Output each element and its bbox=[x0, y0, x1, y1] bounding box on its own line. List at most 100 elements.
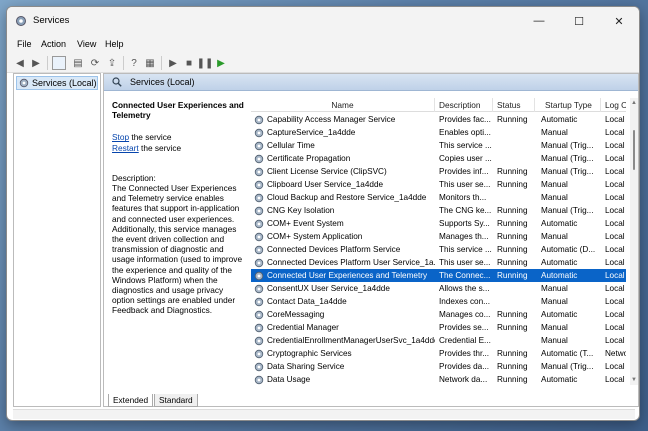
pause-service-icon[interactable]: ❚❚ bbox=[197, 56, 214, 70]
service-log-on-as: Local bbox=[605, 271, 625, 280]
service-startup-type: Automatic bbox=[541, 219, 578, 228]
table-row[interactable]: Cloud Backup and Restore Service_1a4dde M… bbox=[251, 191, 626, 204]
vertical-scrollbar[interactable]: ▲ ▼ bbox=[630, 98, 638, 385]
service-startup-type: Manual bbox=[541, 323, 568, 332]
table-row[interactable]: Certificate Propagation Copies user ... Ma… bbox=[251, 152, 626, 165]
column-header-description[interactable]: Description bbox=[435, 98, 493, 112]
table-row[interactable]: Credential Manager Provides se... Running M… bbox=[251, 321, 626, 334]
forward-arrow-icon[interactable]: ▶ bbox=[29, 56, 43, 70]
search-icon bbox=[112, 77, 122, 87]
export-list-icon[interactable]: ⇪ bbox=[105, 56, 119, 70]
properties-icon[interactable]: ▤ bbox=[71, 56, 85, 70]
table-row[interactable]: CaptureService_1a4dde Enables opti... Manu… bbox=[251, 126, 626, 139]
service-description: This service ... bbox=[439, 245, 492, 254]
service-status: Running bbox=[497, 375, 528, 384]
column-header-startup-type[interactable]: Startup Type bbox=[535, 98, 601, 112]
minimize-button[interactable]: — bbox=[519, 7, 559, 35]
service-log-on-as: Local bbox=[605, 154, 625, 163]
table-row[interactable]: Capability Access Manager Service Provide… bbox=[251, 113, 626, 126]
scrollbar-thumb[interactable] bbox=[633, 130, 635, 170]
tab-standard[interactable]: Standard bbox=[154, 394, 198, 407]
show-hide-console-tree-icon[interactable] bbox=[52, 56, 66, 70]
table-row[interactable]: Connected Devices Platform Service This s… bbox=[251, 243, 626, 256]
service-startup-type: Manual bbox=[541, 232, 568, 241]
service-log-on-as: Local bbox=[605, 115, 625, 124]
menu-action[interactable]: Action bbox=[41, 39, 66, 49]
tree-item-services-local[interactable]: Services (Local) bbox=[16, 76, 98, 90]
column-header-status[interactable]: Status bbox=[493, 98, 535, 112]
help-icon[interactable]: ? bbox=[127, 56, 141, 70]
close-button[interactable]: ✕ bbox=[599, 7, 639, 35]
menu-file[interactable]: File bbox=[17, 39, 32, 49]
table-row[interactable]: Clipboard User Service_1a4dde This user s… bbox=[251, 178, 626, 191]
table-row[interactable]: CredentialEnrollmentManagerUserSvc_1a4dd… bbox=[251, 334, 626, 347]
gear-icon bbox=[254, 154, 264, 164]
service-log-on-as: Local bbox=[605, 310, 625, 319]
service-status: Running bbox=[497, 180, 528, 189]
services-window: Services — ☐ ✕ File Action View Help ◀ ▶… bbox=[6, 6, 640, 421]
table-row[interactable]: Client License Service (ClipSVC) Provides… bbox=[251, 165, 626, 178]
description-text: The Connected User Experiences and Telem… bbox=[112, 183, 243, 316]
service-log-on-as: Local bbox=[605, 375, 625, 384]
scroll-up-icon[interactable]: ▲ bbox=[631, 100, 637, 106]
service-log-on-as: Local bbox=[605, 336, 625, 345]
service-status: Running bbox=[497, 232, 528, 241]
restart-link[interactable]: Restart bbox=[112, 143, 139, 153]
table-row[interactable]: COM+ Event System Supports Sy... Running Au… bbox=[251, 217, 626, 230]
refresh-icon[interactable]: ⟳ bbox=[88, 56, 102, 70]
service-description: This service ... bbox=[439, 141, 492, 150]
service-description: This user se... bbox=[439, 258, 491, 267]
start-service-icon[interactable]: ▶ bbox=[166, 56, 180, 70]
maximize-button[interactable]: ☐ bbox=[559, 7, 599, 35]
table-row[interactable]: CNG Key Isolation The CNG ke... Running Man… bbox=[251, 204, 626, 217]
service-description: Network da... bbox=[439, 375, 488, 384]
table-row[interactable]: ConsentUX User Service_1a4dde Allows the … bbox=[251, 282, 626, 295]
service-log-on-as: Local bbox=[605, 258, 625, 267]
service-log-on-as: Local bbox=[605, 232, 625, 241]
service-status: Running bbox=[497, 310, 528, 319]
service-name: Connected Devices Platform Service bbox=[267, 245, 401, 254]
service-name: Data Usage bbox=[267, 375, 311, 384]
gear-icon bbox=[254, 115, 264, 125]
service-log-on-as: Local bbox=[605, 362, 625, 371]
service-status: Running bbox=[497, 349, 528, 358]
services-list: Name Description Status Startup Type Log… bbox=[251, 98, 626, 385]
service-startup-type: Manual (Trig... bbox=[541, 154, 594, 163]
gear-icon bbox=[254, 245, 264, 255]
tab-extended[interactable]: Extended bbox=[108, 394, 154, 407]
scroll-down-icon[interactable]: ▼ bbox=[631, 377, 637, 383]
service-description: Provides inf... bbox=[439, 167, 489, 176]
restart-service-icon[interactable]: ▶ bbox=[214, 56, 228, 70]
stop-link[interactable]: Stop bbox=[112, 132, 129, 142]
description-panel: Connected User Experiences and Telemetry… bbox=[112, 100, 248, 316]
table-row[interactable]: Data Sharing Service Provides da... Runnin… bbox=[251, 360, 626, 373]
table-row[interactable]: COM+ System Application Manages th... Runn… bbox=[251, 230, 626, 243]
stop-line: Stop the service bbox=[112, 132, 248, 142]
table-row[interactable]: Connected Devices Platform User Service_… bbox=[251, 256, 626, 269]
column-header-log-on-as[interactable]: Log O bbox=[601, 98, 626, 112]
restart-line: Restart the service bbox=[112, 143, 248, 153]
table-row[interactable]: CoreMessaging Manages co... Running Automat… bbox=[251, 308, 626, 321]
table-row[interactable]: Connected User Experiences and Telemetry… bbox=[251, 269, 626, 282]
table-row[interactable]: Contact Data_1a4dde Indexes con... Manual L… bbox=[251, 295, 626, 308]
stop-service-icon[interactable]: ■ bbox=[182, 56, 196, 70]
service-status bbox=[497, 191, 535, 204]
gear-icon bbox=[254, 193, 264, 203]
service-status bbox=[497, 126, 535, 139]
table-row[interactable]: Data Usage Network da... Running Automatic L… bbox=[251, 373, 626, 385]
table-row[interactable]: Cellular Time This service ... Manual (Tri… bbox=[251, 139, 626, 152]
menu-help[interactable]: Help bbox=[105, 39, 124, 49]
service-status bbox=[497, 282, 535, 295]
menu-view[interactable]: View bbox=[77, 39, 96, 49]
column-header-name[interactable]: Name bbox=[251, 98, 435, 112]
service-log-on-as: Local bbox=[605, 128, 625, 137]
service-startup-type: Automatic (D... bbox=[541, 245, 596, 254]
action-pane-icon[interactable]: ▦ bbox=[143, 56, 157, 70]
gear-icon bbox=[254, 206, 264, 216]
table-row[interactable]: Cryptographic Services Provides thr... Run… bbox=[251, 347, 626, 360]
toolbar-separator bbox=[47, 56, 48, 70]
services-app-icon bbox=[16, 16, 26, 26]
service-name: CaptureService_1a4dde bbox=[267, 128, 356, 137]
service-description: Monitors th... bbox=[439, 193, 487, 202]
back-arrow-icon[interactable]: ◀ bbox=[13, 56, 27, 70]
